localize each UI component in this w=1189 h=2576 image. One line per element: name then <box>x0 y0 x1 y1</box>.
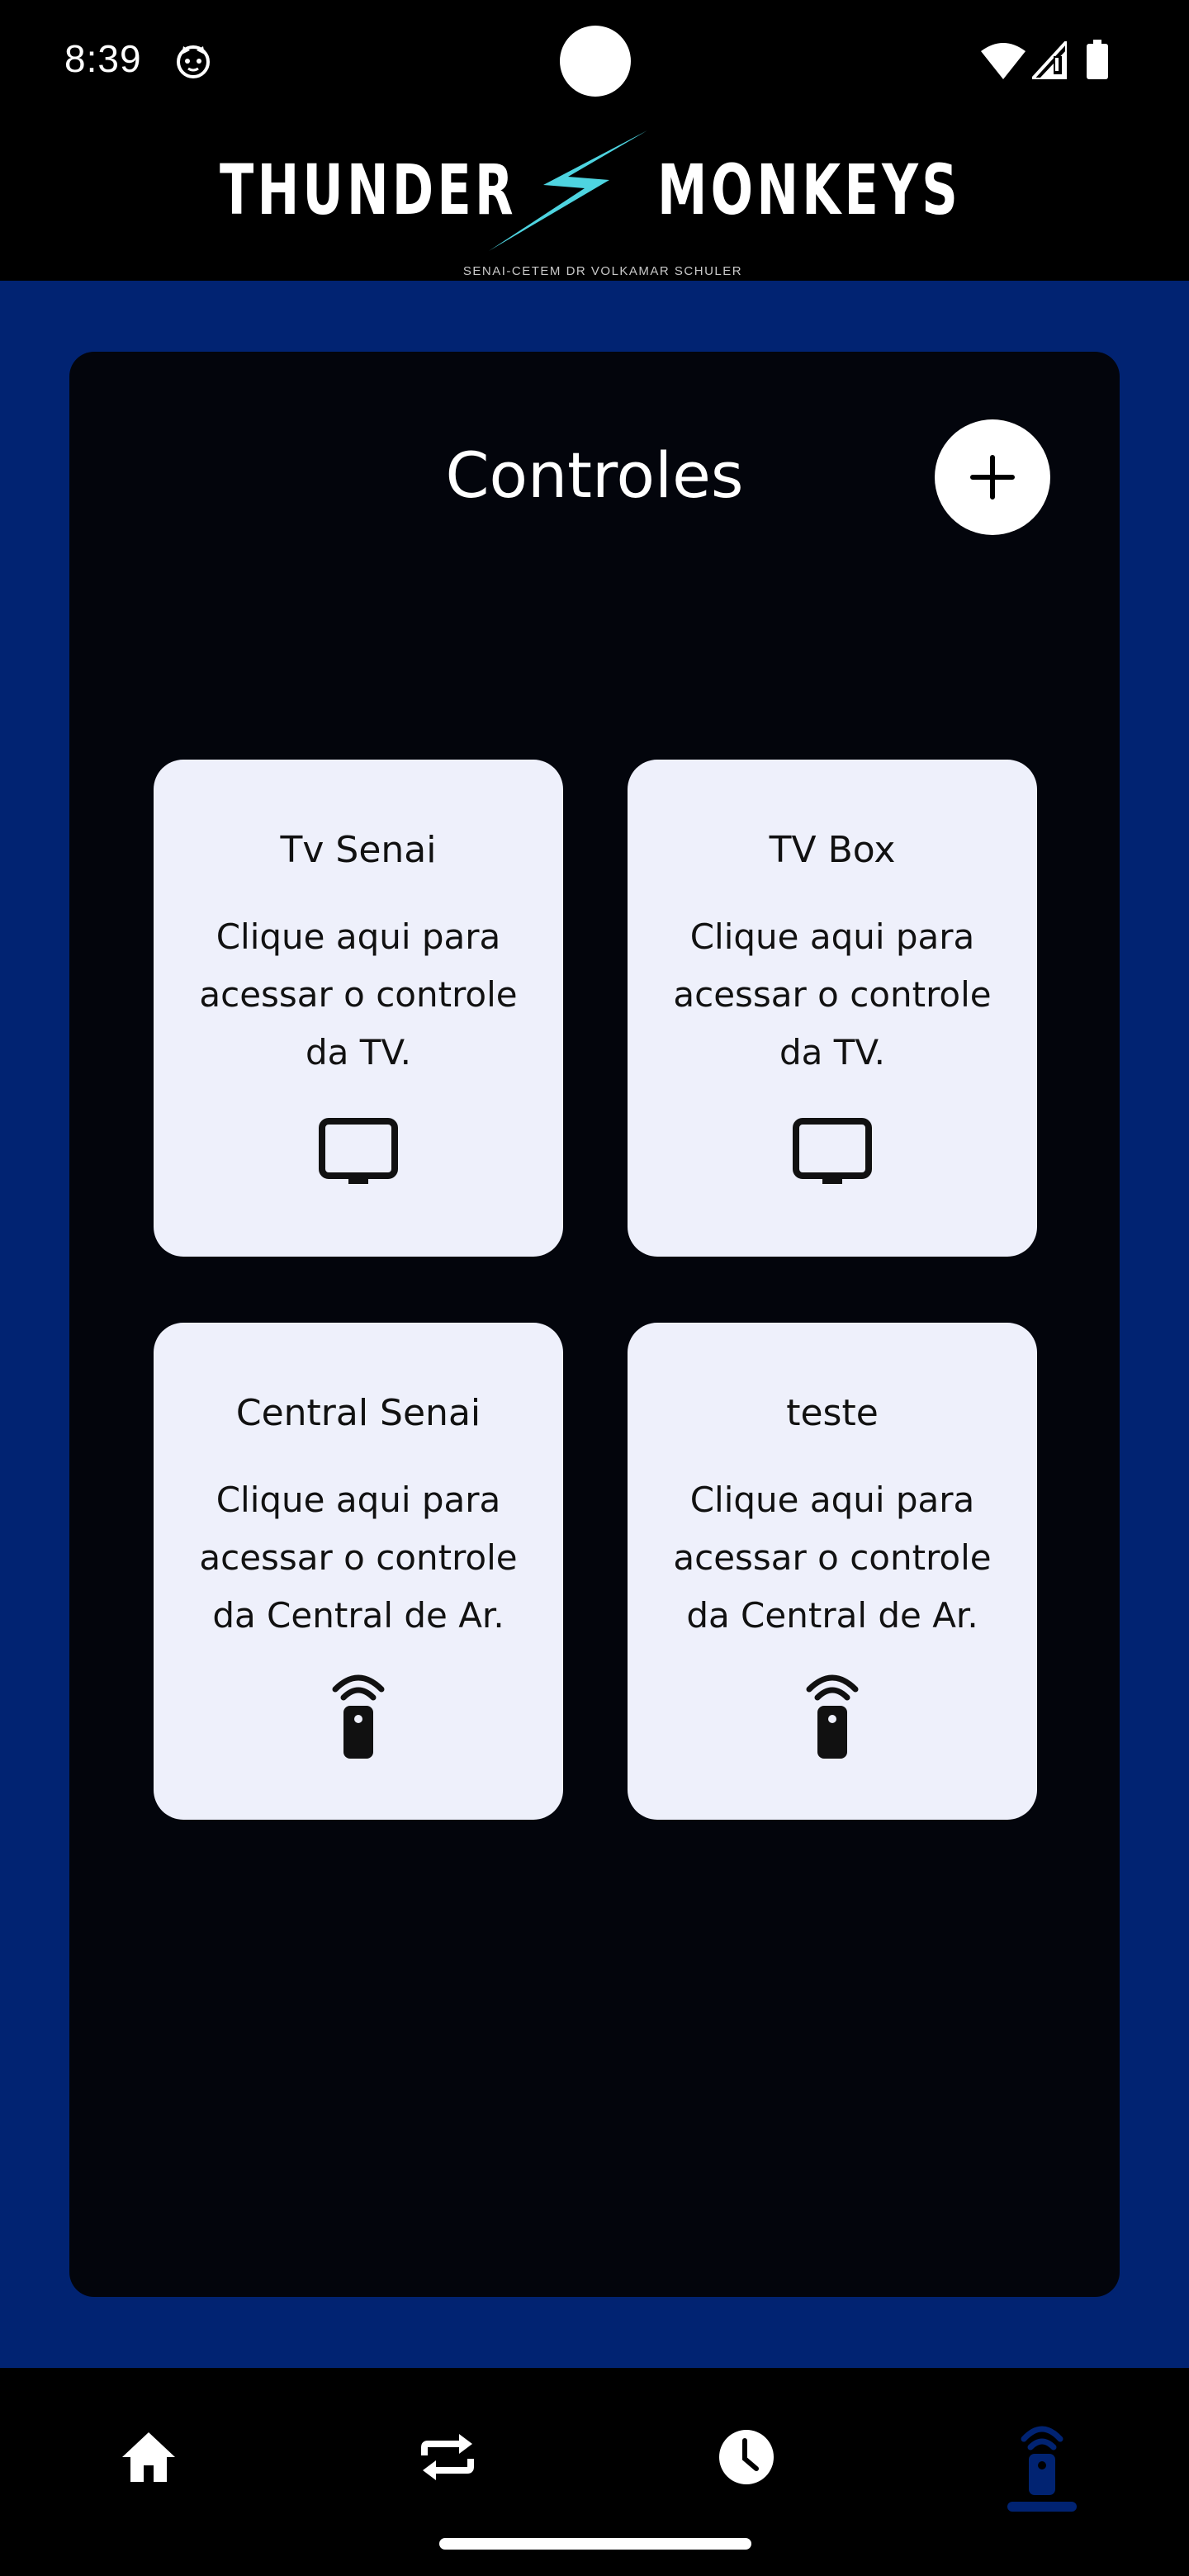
status-time: 8:39 <box>64 37 142 80</box>
clock-icon <box>719 2430 774 2484</box>
control-card[interactable]: Central Senai Clique aqui para acessar o… <box>154 1323 563 1820</box>
card-description: Clique aqui para acessar o controle da C… <box>199 1480 518 1636</box>
remote-control-icon <box>806 1674 859 1759</box>
cat-face-icon <box>177 45 210 78</box>
nav-item-controls[interactable] <box>976 2404 1108 2536</box>
card-description: Clique aqui para acessar o controle da T… <box>673 916 992 1073</box>
logo-text-left: THUNDER <box>220 149 517 230</box>
control-card[interactable]: teste Clique aqui para acessar o control… <box>628 1323 1037 1820</box>
wifi-icon <box>981 43 1026 79</box>
control-card[interactable]: Tv Senai Clique aqui para acessar o cont… <box>154 760 563 1257</box>
card-title: teste <box>786 1392 879 1434</box>
tv-icon <box>793 1118 872 1184</box>
lightning-bolt-icon <box>489 130 647 251</box>
camera-cutout <box>560 26 631 97</box>
nav-item-repeat[interactable] <box>381 2404 514 2536</box>
plus-icon <box>970 455 1015 500</box>
active-tab-indicator <box>1007 2502 1077 2512</box>
screen: 8:39 THUNDER MONKEYS SENAI-CETEM DR VOLK… <box>0 0 1189 2576</box>
gesture-handle[interactable] <box>439 2538 751 2550</box>
controls-panel: Controles Tv Senai Clique aqui para aces… <box>69 352 1120 2297</box>
app-header: THUNDER MONKEYS SENAI-CETEM DR VOLKAMAR … <box>0 124 1189 353</box>
control-card[interactable]: TV Box Clique aqui para acessar o contro… <box>628 760 1037 1257</box>
home-icon <box>122 2432 175 2482</box>
app-logo: THUNDER MONKEYS SENAI-CETEM DR VOLKAMAR … <box>220 124 958 281</box>
card-title: TV Box <box>769 829 896 871</box>
cell-signal-icon <box>1032 41 1067 79</box>
remote-control-icon <box>332 1674 385 1759</box>
battery-icon <box>1087 40 1108 79</box>
nav-item-history[interactable] <box>680 2404 812 2536</box>
main-content: Controles Tv Senai Clique aqui para aces… <box>0 281 1189 2368</box>
card-title: Tv Senai <box>280 829 437 871</box>
card-description: Clique aqui para acessar o controle da T… <box>199 916 518 1073</box>
nav-item-home[interactable] <box>83 2404 215 2536</box>
remote-control-icon <box>1021 2426 1063 2495</box>
card-title: Central Senai <box>235 1392 481 1434</box>
add-control-button[interactable] <box>935 419 1050 535</box>
logo-text-right: MONKEYS <box>657 149 961 230</box>
card-description: Clique aqui para acessar o controle da C… <box>673 1480 992 1636</box>
bottom-navigation <box>0 2368 1189 2576</box>
tv-icon <box>319 1118 398 1184</box>
repeat-icon <box>421 2434 474 2480</box>
logo-subtitle: SENAI-CETEM DR VOLKAMAR SCHULER <box>462 264 743 278</box>
status-bar: 8:39 <box>0 0 1189 124</box>
